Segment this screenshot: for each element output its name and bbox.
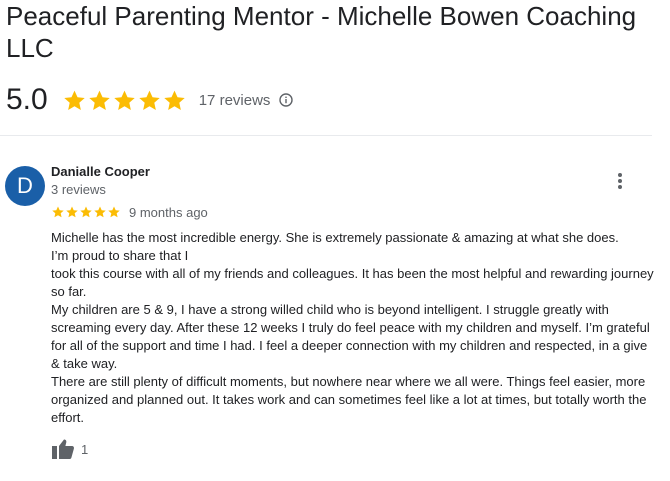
review-text: Michelle has the most incredible energy.… bbox=[51, 230, 654, 425]
star-icon bbox=[64, 90, 85, 110]
star-icon bbox=[66, 206, 78, 218]
review-timestamp: 9 months ago bbox=[129, 204, 208, 220]
avatar[interactable]: D bbox=[5, 166, 45, 206]
reviewer-review-count: 3 reviews bbox=[51, 182, 106, 197]
star-icon bbox=[94, 206, 106, 218]
more-options-button[interactable] bbox=[606, 170, 634, 192]
thumb-up-icon bbox=[52, 439, 74, 459]
review-star-rating bbox=[51, 205, 121, 219]
section-divider bbox=[0, 135, 652, 136]
star-icon bbox=[114, 90, 135, 110]
business-rating-value: 5.0 bbox=[6, 83, 48, 116]
business-title: Peaceful Parenting Mentor - Michelle Bow… bbox=[6, 1, 637, 63]
star-icon bbox=[139, 90, 160, 110]
more-vert-icon bbox=[618, 173, 622, 189]
star-icon bbox=[164, 90, 185, 110]
info-icon[interactable] bbox=[279, 93, 294, 107]
like-button[interactable]: 1 bbox=[51, 436, 88, 462]
star-icon bbox=[108, 206, 120, 218]
star-icon bbox=[52, 206, 64, 218]
business-star-rating bbox=[62, 88, 187, 113]
reviewer-name[interactable]: Danialle Cooper bbox=[51, 164, 150, 179]
review-rating-row: 9 months ago bbox=[51, 203, 208, 221]
review-count-link[interactable]: 17 reviews bbox=[199, 92, 271, 109]
star-icon bbox=[89, 90, 110, 110]
star-icon bbox=[80, 206, 92, 218]
business-rating-summary: 5.0 17 reviews bbox=[6, 82, 294, 118]
like-count: 1 bbox=[81, 441, 89, 457]
